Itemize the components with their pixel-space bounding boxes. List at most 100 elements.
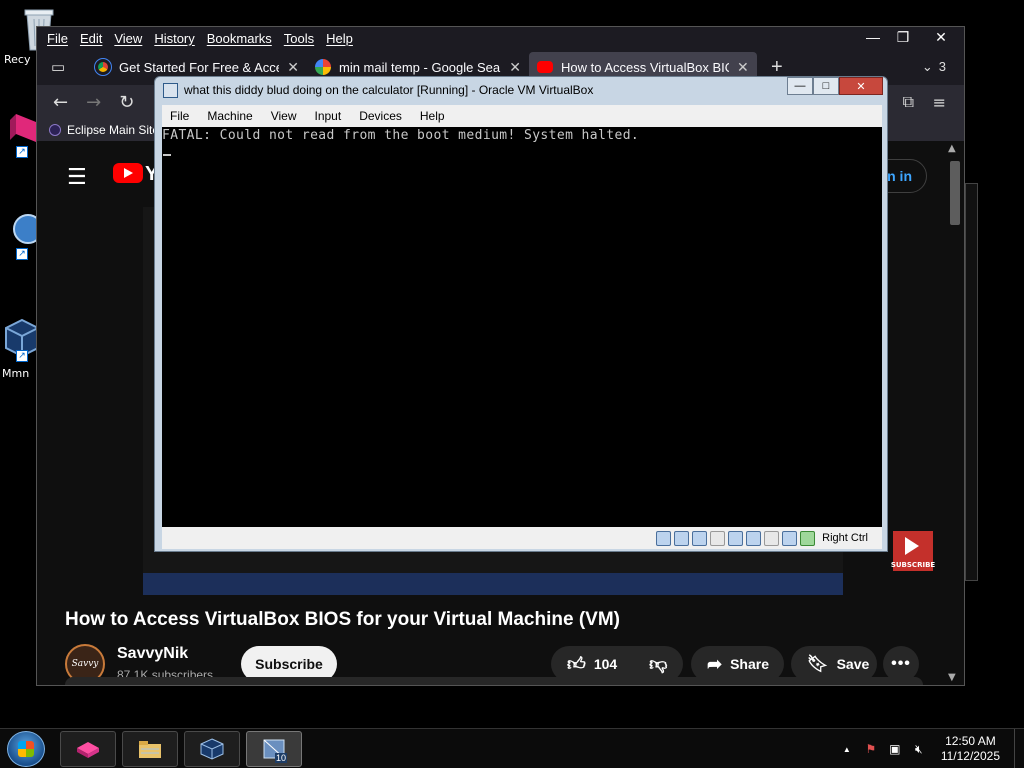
like-count[interactable]: 104 (594, 656, 617, 672)
browser-menubar: File Edit View History Bookmarks Tools H… (37, 27, 964, 49)
vm-menu-view[interactable]: View (271, 109, 297, 123)
eclipse-icon (49, 124, 61, 136)
page-scrollbar[interactable]: ▲ ▼ (944, 141, 964, 685)
bookmark-icon: 🔖︎ (807, 654, 829, 673)
network-disconnected-icon[interactable]: ▣ (887, 741, 903, 757)
thumbs-up-icon[interactable]: 👍︎ (567, 653, 586, 675)
vm-menu-machine[interactable]: Machine (207, 109, 252, 123)
more-dots-icon: ••• (891, 655, 911, 672)
back-arrow-icon[interactable]: ← (53, 92, 68, 113)
scroll-down-icon[interactable]: ▼ (948, 672, 956, 683)
vm-window-controls: — □ ✕ (787, 77, 883, 95)
action-center-flag-icon[interactable]: ⚑ (863, 741, 879, 757)
cpu-icon[interactable] (800, 530, 816, 546)
vm-menu-file[interactable]: File (170, 109, 189, 123)
scrollbar-thumb[interactable] (950, 161, 960, 225)
show-desktop-button[interactable] (1014, 729, 1024, 768)
menu-help[interactable]: Help (326, 31, 353, 46)
folder-icon (139, 741, 161, 758)
taskbar-clock[interactable]: 12:50 AM 11/12/2025 (941, 734, 1000, 764)
host-key-label[interactable]: Right Ctrl (822, 532, 868, 544)
tab-list-button[interactable]: ⌄ 3 (922, 59, 946, 75)
menu-view[interactable]: View (114, 31, 142, 46)
app-shortcut[interactable]: ↗ (8, 112, 38, 160)
subscribe-watermark[interactable]: SUBSCRIBE (891, 531, 935, 571)
menu-edit[interactable]: Edit (80, 31, 102, 46)
hard-disk-icon[interactable] (656, 530, 672, 546)
tab-close-icon[interactable]: ✕ (509, 59, 521, 76)
network-icon[interactable] (710, 530, 726, 546)
shortcut-arrow-icon: ↗ (16, 350, 28, 362)
vm-minimize-button[interactable]: — (787, 77, 813, 95)
thumbs-down-icon[interactable]: 👎︎ (649, 653, 667, 675)
taskbar-virtualbox[interactable] (184, 731, 240, 767)
tab-title: min mail temp - Google Search (339, 59, 502, 75)
vm-menu-help[interactable]: Help (420, 109, 445, 123)
app-shortcut-icon (10, 114, 36, 142)
taskbar-file-explorer[interactable] (122, 731, 178, 767)
minimize-button[interactable]: — (858, 27, 888, 47)
usb-icon[interactable] (728, 530, 744, 546)
virtualbox-app-icon (163, 82, 178, 98)
vm-badge: 10 (274, 753, 287, 763)
vm-close-button[interactable]: ✕ (839, 77, 883, 95)
maximize-button[interactable]: ❐ (888, 27, 918, 47)
show-hidden-icons-icon[interactable]: ▲ (839, 741, 855, 757)
vm-statusbar: Right Ctrl (162, 527, 882, 549)
shortcut-arrow-icon: ↗ (16, 248, 28, 260)
taskbar-vm-running[interactable]: 10 (246, 731, 302, 767)
taskbar-app-1[interactable] (60, 731, 116, 767)
clock-date: 11/12/2025 (940, 749, 1000, 763)
virtualbox-icon (200, 738, 224, 760)
menu-file[interactable]: File (47, 31, 68, 46)
vm-titlebar[interactable]: what this diddy blud doing on the calcul… (155, 77, 887, 103)
channel-avatar-text: Savvy (71, 659, 99, 669)
background-window-edge (965, 183, 978, 581)
tab-count: 3 (938, 59, 946, 74)
volume-muted-icon[interactable]: 🔇︎ (911, 741, 927, 757)
chevron-down-icon: ⌄ (921, 59, 933, 74)
tab-close-icon[interactable]: ✕ (737, 59, 749, 76)
menu-history[interactable]: History (154, 31, 194, 46)
desktop: Recy ↗ ↗ ↗ Mmn File Edit View History Bo… (0, 0, 1024, 728)
vm-menubar: File Machine View Input Devices Help (162, 105, 882, 127)
vm-window-title: what this diddy blud doing on the calcul… (184, 83, 594, 97)
optical-drive-icon[interactable] (674, 530, 690, 546)
video-title: How to Access VirtualBox BIOS for your V… (65, 609, 620, 630)
menu-tools[interactable]: Tools (284, 31, 314, 46)
shortcut-arrow-icon: ↗ (16, 146, 28, 158)
vm-menu-input[interactable]: Input (315, 109, 342, 123)
menu-bookmarks[interactable]: Bookmarks (207, 31, 272, 46)
save-label: Save (836, 656, 870, 672)
hamburger-menu-icon[interactable]: ≡ (933, 93, 946, 112)
extensions-icon[interactable]: ⧉ (903, 92, 914, 112)
close-button[interactable]: ✕ (918, 27, 964, 47)
start-button[interactable] (7, 731, 45, 767)
youtube-logo-icon[interactable] (113, 163, 143, 183)
audio-icon[interactable] (692, 530, 708, 546)
reload-icon[interactable]: ↻ (119, 92, 134, 113)
youtube-icon (537, 61, 553, 73)
bookmark-eclipse[interactable]: Eclipse Main Site (67, 123, 159, 137)
tab-close-icon[interactable]: ✕ (287, 59, 299, 76)
share-arrow-icon: ➦ (707, 653, 723, 674)
boot-error-message: FATAL: Could not read from the boot medi… (162, 128, 640, 143)
channel-name[interactable]: SavvyNik (117, 645, 188, 663)
description-box[interactable] (65, 677, 923, 685)
text-cursor (163, 154, 171, 156)
vm-display[interactable]: FATAL: Could not read from the boot medi… (162, 127, 882, 527)
recording-icon[interactable] (782, 530, 798, 546)
google-icon (315, 59, 331, 75)
forward-arrow-icon[interactable]: → (86, 92, 101, 113)
shared-folders-icon[interactable] (746, 530, 762, 546)
firefox-view-icon[interactable]: ▭ (51, 58, 77, 76)
browser-window-controls: — ❐ ✕ (858, 27, 964, 47)
display-icon[interactable] (764, 530, 780, 546)
scroll-up-icon[interactable]: ▲ (948, 143, 956, 154)
tab-title: How to Access VirtualBox BIOS f (561, 59, 729, 75)
vm-menu-devices[interactable]: Devices (359, 109, 402, 123)
tab-title: Get Started For Free & Access 3( (119, 59, 279, 75)
video-player-taskbar-strip (143, 573, 843, 595)
guide-menu-icon[interactable]: ☰ (67, 165, 87, 190)
vm-maximize-button[interactable]: □ (813, 77, 839, 95)
